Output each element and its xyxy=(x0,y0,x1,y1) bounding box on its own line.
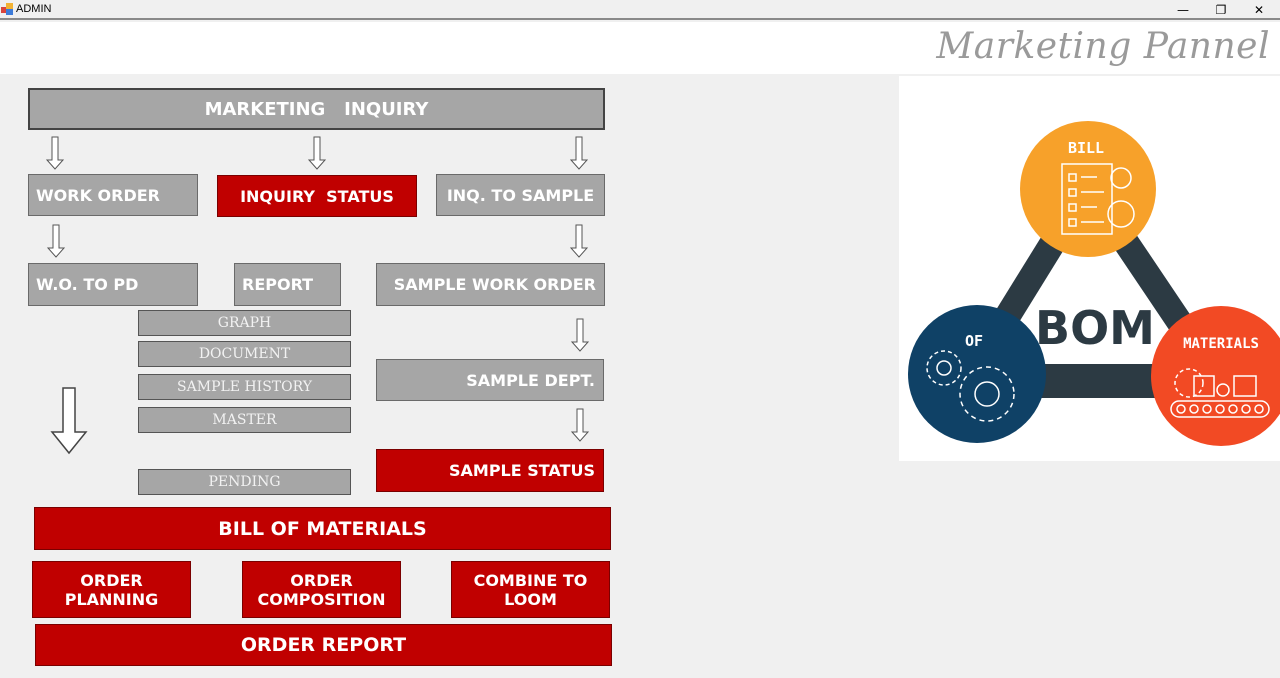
materials-label: MATERIALS xyxy=(1183,336,1259,352)
order-planning-button[interactable]: ORDER PLANNING xyxy=(32,561,191,618)
sample-work-order-button[interactable]: SAMPLE WORK ORDER xyxy=(376,263,605,306)
bill-label: BILL xyxy=(1068,139,1104,157)
minimize-button[interactable]: — xyxy=(1164,0,1202,20)
order-planning-line2: PLANNING xyxy=(64,589,159,609)
arrow-down-icon xyxy=(570,408,590,442)
order-report-button[interactable]: ORDER REPORT xyxy=(35,624,612,666)
wo-to-pd-button[interactable]: W.O. TO PD xyxy=(28,263,198,306)
header-bar: Marketing Pannel xyxy=(0,22,1280,74)
inquiry-status-button[interactable]: INQUIRY STATUS xyxy=(217,175,417,217)
inq-to-sample-button[interactable]: INQ. TO SAMPLE xyxy=(436,174,605,216)
order-composition-button[interactable]: ORDER COMPOSITION xyxy=(242,561,401,618)
work-order-button[interactable]: WORK ORDER xyxy=(28,174,198,216)
order-composition-line1: ORDER xyxy=(290,570,353,590)
combine-to-loom-button[interactable]: COMBINE TO LOOM xyxy=(451,561,610,618)
pending-button[interactable]: PENDING xyxy=(138,469,351,495)
page-title: Marketing Pannel xyxy=(936,26,1270,67)
arrow-down-icon xyxy=(307,136,327,170)
arrow-down-icon xyxy=(45,136,65,170)
bill-circle: BILL xyxy=(1020,121,1156,257)
marketing-inquiry-button[interactable]: MARKETING INQUIRY xyxy=(28,88,605,130)
window-title: ADMIN xyxy=(16,3,52,15)
app-icon xyxy=(1,3,13,15)
bom-illustration: BOM BILL OF MATERIALS xyxy=(899,76,1280,461)
arrow-down-icon xyxy=(569,224,589,258)
document-button[interactable]: DOCUMENT xyxy=(138,341,351,367)
restore-button[interactable]: ❐ xyxy=(1202,0,1240,20)
of-label: OF xyxy=(965,332,983,350)
arrow-down-icon xyxy=(569,136,589,170)
close-button[interactable]: ✕ xyxy=(1240,0,1278,20)
bom-center-text: BOM xyxy=(1035,301,1155,355)
combine-to-loom-line2: LOOM xyxy=(504,589,557,609)
graph-button[interactable]: GRAPH xyxy=(138,310,351,336)
large-arrow-down-icon xyxy=(50,387,88,455)
bill-of-materials-button[interactable]: BILL OF MATERIALS xyxy=(34,507,611,550)
arrow-down-icon xyxy=(570,318,590,352)
sample-history-button[interactable]: SAMPLE HISTORY xyxy=(138,374,351,400)
sample-status-button[interactable]: SAMPLE STATUS xyxy=(376,449,604,492)
combine-to-loom-line1: COMBINE TO xyxy=(473,570,588,590)
of-circle: OF xyxy=(908,305,1046,443)
window-titlebar: ADMIN — ❐ ✕ xyxy=(0,0,1280,20)
master-button[interactable]: MASTER xyxy=(138,407,351,433)
bom-diagram: BOM BILL OF MATERIALS xyxy=(908,121,1280,446)
order-composition-line2: COMPOSITION xyxy=(257,589,386,609)
order-planning-line1: ORDER xyxy=(80,570,143,590)
arrow-down-icon xyxy=(46,224,66,258)
report-button[interactable]: REPORT xyxy=(234,263,341,306)
sample-dept-button[interactable]: SAMPLE DEPT. xyxy=(376,359,604,401)
